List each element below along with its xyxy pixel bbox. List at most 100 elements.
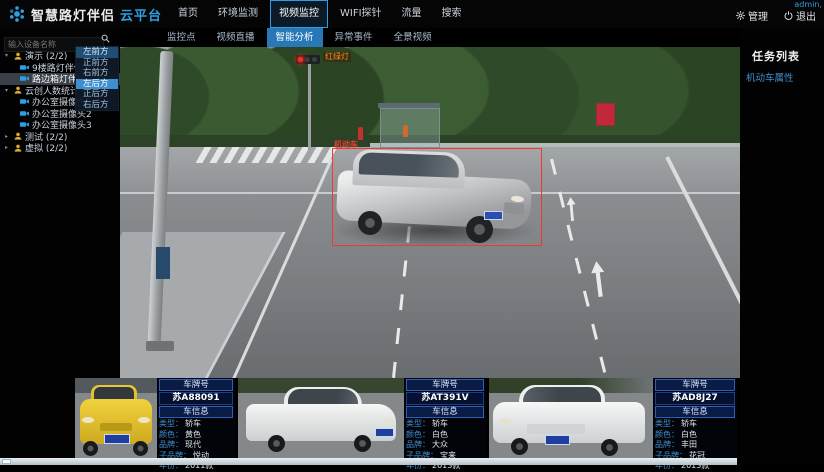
video-feed[interactable]: 红绿灯 机动车 — [120, 47, 740, 378]
vehicle-info: 车牌号 苏A88091 车信息 类型：轿车 颜色：黄色 品牌：现代 子品牌：悦动… — [157, 378, 235, 458]
gear-icon — [736, 11, 745, 20]
car-grille — [100, 423, 132, 431]
task-item-vehicle-attrs[interactable]: 机动车属性 — [746, 70, 794, 84]
car-headlight — [138, 417, 150, 423]
tab-live-video[interactable]: 视频直播 — [208, 28, 264, 47]
vehicle-card: 车牌号 苏AD8J27 车信息 类型：轿车 颜色：白色 品牌：丰田 子品牌：花冠… — [489, 378, 737, 458]
camera-icon — [20, 64, 29, 71]
chevron-down-icon[interactable]: ▾ — [5, 52, 11, 59]
person-icon — [14, 144, 22, 152]
task-panel: 任务列表 机动车属性 — [740, 28, 824, 465]
video-ad-board — [596, 103, 615, 126]
tree-device-office-cam3[interactable]: 办公室摄像头3 — [0, 119, 120, 131]
preset-front-left[interactable]: 左前方 — [76, 47, 118, 58]
attr-value: 白色 — [432, 430, 448, 441]
attr-value: 现代 — [185, 440, 201, 451]
task-panel-title: 任务列表 — [752, 48, 800, 64]
plate-header: 车牌号 — [655, 379, 735, 391]
nav-item-environment[interactable]: 环境监测 — [210, 1, 266, 27]
logout-label: 退出 — [796, 8, 816, 23]
attr-row: 类型：轿车 — [159, 419, 233, 430]
chevron-down-icon[interactable]: ▾ — [5, 87, 11, 94]
video-pedestrian — [403, 125, 408, 137]
tab-abnormal-events[interactable]: 异常事件 — [326, 28, 382, 47]
camera-icon — [20, 75, 29, 82]
power-icon — [784, 11, 793, 20]
video-tabs: 监控点 视频直播 智能分析 异常事件 全景视频 — [120, 28, 740, 47]
car-wheel — [354, 435, 371, 452]
tree-group-label: 演示 (2/2) — [25, 50, 67, 62]
car-license-plate — [375, 428, 394, 437]
navbar: 智慧路灯伴侣 云平台 首页 环境监测 视频监控 WIFI探针 流量 搜索 adm… — [0, 0, 824, 28]
attr-value: 轿车 — [185, 419, 201, 430]
attr-key: 品牌： — [406, 440, 430, 451]
attr-value: 轿车 — [681, 419, 697, 430]
vehicle-info: 车牌号 苏AD8J27 车信息 类型：轿车 颜色：白色 品牌：丰田 子品牌：花冠… — [653, 378, 737, 458]
attr-value: 黄色 — [185, 430, 201, 441]
preset-front[interactable]: 正前方 — [76, 58, 118, 69]
tree-group-label: 测试 (2/2) — [25, 131, 67, 143]
preset-rear-left[interactable]: 左后方 — [76, 79, 118, 90]
video-crosswalk — [195, 147, 342, 163]
vehicle-info: 车牌号 苏AT391V 车信息 类型：轿车 颜色：白色 品牌：大众 子品牌：宝来… — [404, 378, 486, 458]
car-headlight — [384, 418, 395, 424]
attr-key: 品牌： — [655, 440, 679, 451]
vehicle-snapshot[interactable] — [75, 378, 157, 458]
nav-item-search[interactable]: 搜索 — [434, 1, 470, 27]
attr-row: 颜色：白色 — [406, 430, 484, 441]
tree-device-label: 办公室摄像头3 — [32, 119, 92, 131]
vehicle-detection-box — [332, 148, 542, 246]
vehicle-snapshot[interactable] — [238, 378, 404, 458]
main-menu: 首页 环境监测 视频监控 WIFI探针 流量 搜索 — [170, 0, 470, 28]
red-light — [298, 57, 303, 62]
info-header: 车信息 — [406, 406, 484, 418]
preset-rear-right[interactable]: 右后方 — [76, 100, 118, 111]
attr-key: 颜色： — [159, 430, 183, 441]
green-light — [312, 57, 317, 62]
car-body — [246, 404, 396, 441]
nav-item-video-monitor[interactable]: 视频监控 — [270, 0, 328, 28]
vehicle-card: 车牌号 苏AT391V 车信息 类型：轿车 颜色：白色 品牌：大众 子品牌：宝来… — [238, 378, 486, 458]
tab-panoramic-video[interactable]: 全景视频 — [385, 28, 441, 47]
info-header: 车信息 — [159, 406, 233, 418]
os-taskbar[interactable] — [0, 458, 737, 465]
video-trafficlight-pole — [308, 64, 311, 150]
car-headlight — [82, 417, 94, 423]
vehicle-result-cards: 车牌号 苏A88091 车信息 类型：轿车 颜色：黄色 品牌：现代 子品牌：悦动… — [75, 378, 737, 458]
manage-label: 管理 — [748, 8, 768, 23]
plate-number: 苏A88091 — [159, 392, 233, 405]
car-wheel — [511, 438, 528, 455]
car-headlight — [499, 418, 512, 424]
vehicle-detection-label: 机动车 — [334, 139, 358, 150]
tab-monitor-points[interactable]: 监控点 — [158, 28, 205, 47]
attr-row: 品牌：丰田 — [655, 440, 735, 451]
tab-smart-analysis[interactable]: 智能分析 — [267, 28, 323, 47]
car-license-plate — [104, 434, 130, 444]
chevron-right-icon[interactable]: ▸ — [5, 133, 11, 140]
nav-item-wifi-probe[interactable]: WIFI探针 — [332, 1, 390, 27]
camera-icon — [20, 110, 29, 117]
preset-rear[interactable]: 正后方 — [76, 89, 118, 100]
attr-row: 品牌：大众 — [406, 440, 484, 451]
logout-button[interactable]: 退出 — [784, 8, 816, 23]
vehicle-snapshot[interactable] — [489, 378, 653, 458]
attr-key: 品牌： — [159, 440, 183, 451]
logo-gear-icon — [8, 5, 26, 23]
brand-title: 智慧路灯伴侣 — [31, 5, 115, 24]
attr-row: 类型：轿车 — [406, 419, 484, 430]
attr-value: 白色 — [681, 430, 697, 441]
chevron-right-icon[interactable]: ▸ — [5, 144, 11, 151]
nav-item-home[interactable]: 首页 — [170, 1, 206, 27]
attr-key: 颜色： — [406, 430, 430, 441]
person-icon — [14, 86, 22, 94]
tree-group-test[interactable]: ▸ 测试 (2/2) — [0, 131, 120, 143]
preset-front-right[interactable]: 右前方 — [76, 68, 118, 79]
os-start-button[interactable] — [2, 459, 11, 464]
yellow-light — [305, 57, 310, 62]
nav-item-traffic[interactable]: 流量 — [394, 1, 430, 27]
attr-row: 颜色：白色 — [655, 430, 735, 441]
video-pedestrian — [358, 127, 363, 140]
tree-group-virtual[interactable]: ▸ 虚拟 (2/2) — [0, 142, 120, 154]
manage-button[interactable]: 管理 — [736, 8, 768, 23]
search-icon[interactable] — [101, 34, 110, 43]
